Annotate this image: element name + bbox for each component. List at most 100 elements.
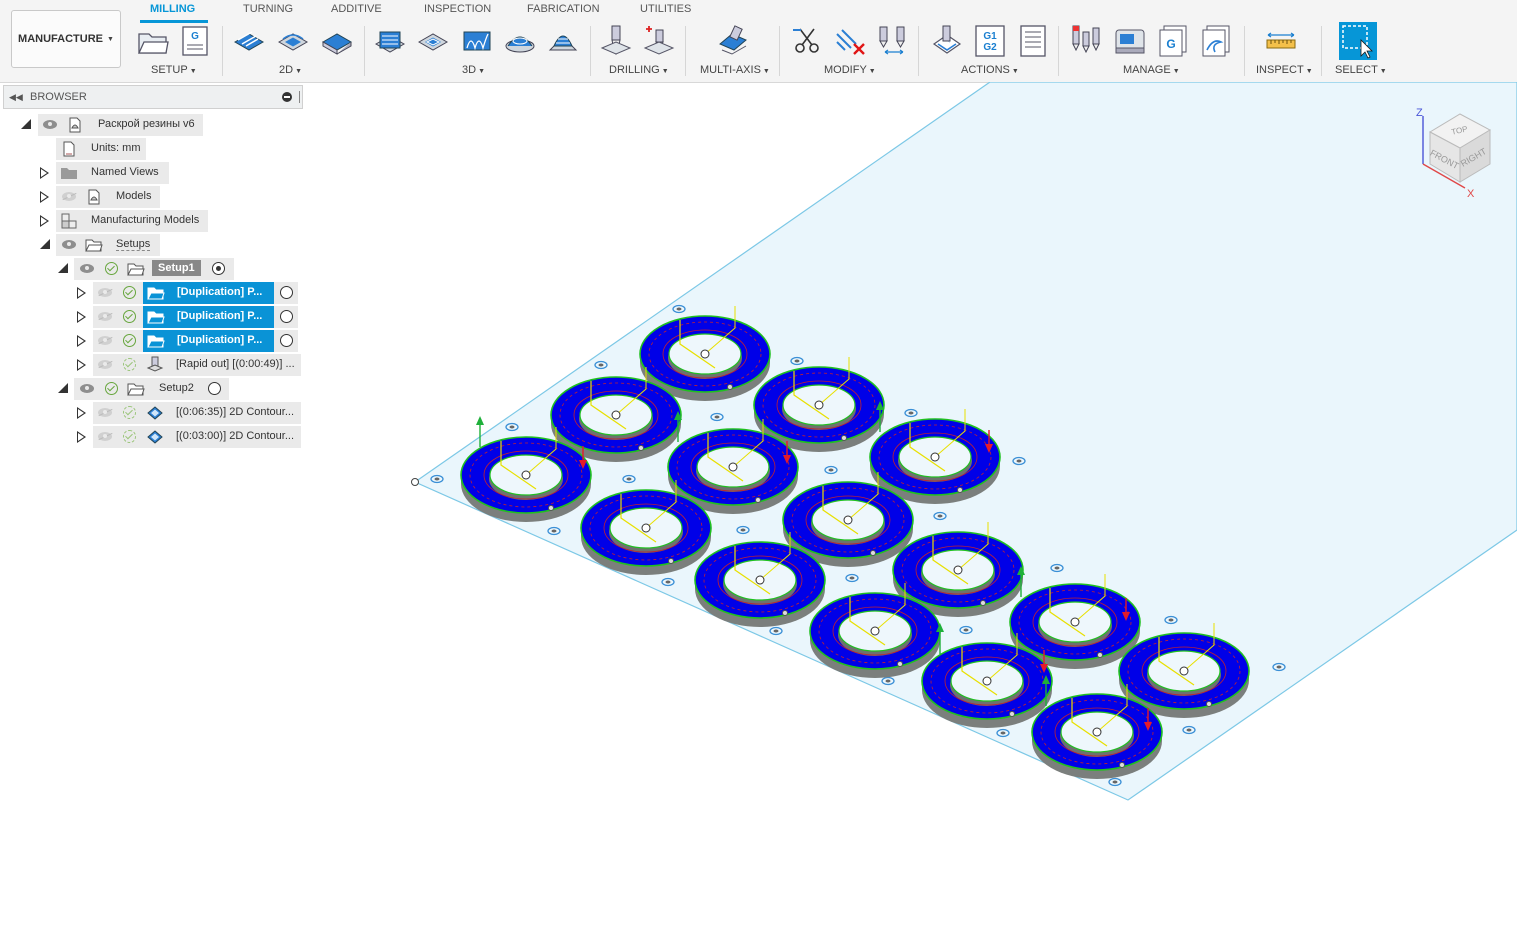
group-inspect-dropdown[interactable]: INSPECT ▼ [1256, 64, 1313, 76]
measure-icon[interactable] [1264, 24, 1298, 58]
setup1-label[interactable]: Setup1 [152, 260, 201, 276]
expand-toggle[interactable] [58, 263, 68, 273]
visibility-eye-icon[interactable] [80, 264, 94, 273]
manufacturing-models-label[interactable]: Manufacturing Models [91, 214, 199, 226]
expand-toggle[interactable] [77, 311, 86, 323]
2d-adaptive-icon[interactable] [232, 24, 266, 58]
parallel-icon[interactable] [460, 24, 494, 58]
active-setup-radio[interactable] [208, 382, 221, 395]
expand-toggle[interactable] [40, 239, 50, 249]
visibility-eye-icon[interactable] [43, 120, 57, 129]
valid-check-icon [105, 382, 118, 395]
hole-recognition-icon[interactable] [642, 24, 676, 58]
ring-center-point [1070, 617, 1080, 627]
new-setup-icon[interactable] [136, 24, 170, 58]
document-name[interactable]: Раскрой резины v6 [98, 118, 195, 130]
visibility-eye-icon[interactable] [80, 384, 94, 393]
scissors-icon[interactable] [790, 24, 824, 58]
operation-radio[interactable] [280, 334, 293, 347]
group-select-dropdown[interactable]: SELECT ▼ [1335, 64, 1387, 76]
fixture-hole-center [551, 529, 557, 533]
tab-additive[interactable]: ADDITIVE [331, 3, 382, 15]
g-letter: G [1166, 37, 1175, 51]
expand-toggle[interactable] [40, 167, 49, 179]
visibility-eye-icon[interactable] [98, 288, 112, 297]
expand-toggle[interactable] [77, 335, 86, 347]
expand-toggle[interactable] [21, 119, 31, 129]
group-manage-dropdown[interactable]: MANAGE ▼ [1123, 64, 1180, 76]
multi-axis-icon[interactable] [716, 24, 750, 58]
minimize-icon[interactable] [282, 92, 292, 102]
active-setup-radio[interactable] [212, 262, 225, 275]
expand-toggle[interactable] [77, 359, 86, 371]
resize-handle[interactable] [299, 91, 302, 103]
visibility-eye-icon[interactable] [62, 240, 76, 249]
visibility-eye-icon[interactable] [98, 432, 112, 441]
tab-inspection[interactable]: INSPECTION [424, 3, 491, 15]
entry-point [548, 505, 554, 511]
tool-length-icon[interactable] [877, 24, 911, 58]
drill-icon[interactable] [599, 24, 633, 58]
tab-fabrication[interactable]: FABRICATION [527, 3, 600, 15]
group-drilling-dropdown[interactable]: DRILLING ▼ [609, 64, 669, 76]
2d-pocket-icon[interactable] [276, 24, 310, 58]
workspace-switcher-button[interactable]: MANUFACTURE ▼ [11, 10, 121, 68]
separator [1058, 26, 1059, 76]
select-icon[interactable] [1339, 22, 1377, 60]
operation-radio[interactable] [280, 310, 293, 323]
scallop-icon[interactable] [503, 24, 537, 58]
view-cube[interactable]: TOP FRONT RIGHT Z X [1405, 102, 1505, 202]
3d-pocket-icon[interactable] [416, 24, 450, 58]
machine-library-icon[interactable] [1113, 24, 1147, 58]
post-library-icon[interactable]: G [1156, 24, 1190, 58]
operation-label[interactable]: [(0:06:35)] 2D Contour... [176, 406, 294, 418]
g2-label: G2 [983, 42, 997, 53]
setup2-label[interactable]: Setup2 [159, 382, 194, 394]
face-icon[interactable] [320, 24, 354, 58]
visibility-eye-icon[interactable] [98, 312, 112, 321]
ring-center-point [814, 400, 824, 410]
group-modify-dropdown[interactable]: MODIFY ▼ [824, 64, 876, 76]
group-actions-dropdown[interactable]: ACTIONS ▼ [961, 64, 1019, 76]
simulate-icon[interactable] [930, 24, 964, 58]
3d-viewport[interactable] [305, 82, 1517, 946]
group-3d-dropdown[interactable]: 3D ▼ [462, 64, 485, 76]
nc-program-icon[interactable]: G [178, 24, 212, 58]
selected-operation[interactable]: [Duplication] P... [143, 306, 274, 328]
expand-toggle[interactable] [40, 191, 49, 203]
visibility-eye-icon[interactable] [62, 192, 76, 201]
expand-toggle[interactable] [77, 287, 86, 299]
delete-toolpath-icon[interactable] [834, 24, 868, 58]
selected-operation[interactable]: [Duplication] P... [143, 282, 274, 304]
expand-toggle[interactable] [77, 407, 86, 419]
axis-x-label: X [1467, 188, 1475, 200]
setups-label[interactable]: Setups [116, 238, 151, 251]
tab-turning[interactable]: TURNING [243, 3, 293, 15]
visibility-eye-icon[interactable] [98, 408, 112, 417]
named-views-label[interactable]: Named Views [91, 166, 159, 178]
setup-sheet-icon[interactable] [1016, 24, 1050, 58]
expand-toggle[interactable] [77, 431, 86, 443]
visibility-eye-icon[interactable] [98, 336, 112, 345]
expand-toggle[interactable] [58, 383, 68, 393]
contour-icon[interactable] [546, 24, 580, 58]
3d-adaptive-icon[interactable] [373, 24, 407, 58]
visibility-eye-icon[interactable] [98, 360, 112, 369]
expand-toggle[interactable] [40, 215, 49, 227]
group-2d-dropdown[interactable]: 2D ▼ [279, 64, 302, 76]
operation-label[interactable]: [Rapid out] [(0:00:49)] ... [176, 358, 295, 370]
operation-label[interactable]: [(0:03:00)] 2D Contour... [176, 430, 294, 442]
selected-operation[interactable]: [Duplication] P... [143, 330, 274, 352]
fixture-hole-center [598, 363, 604, 367]
tab-utilities[interactable]: UTILITIES [640, 3, 691, 15]
group-multiaxis-dropdown[interactable]: MULTI-AXIS ▼ [700, 64, 770, 76]
group-setup-dropdown[interactable]: SETUP ▼ [151, 64, 197, 76]
tool-library-icon[interactable] [1070, 24, 1104, 58]
tab-milling[interactable]: MILLING [150, 3, 195, 15]
collapse-panel-icon[interactable]: ◀◀ [9, 92, 23, 103]
post-process-icon[interactable]: G1 G2 [973, 24, 1007, 58]
operation-radio[interactable] [280, 286, 293, 299]
models-label[interactable]: Models [116, 190, 151, 202]
template-library-icon[interactable] [1199, 24, 1233, 58]
units-label[interactable]: Units: mm [91, 142, 141, 154]
